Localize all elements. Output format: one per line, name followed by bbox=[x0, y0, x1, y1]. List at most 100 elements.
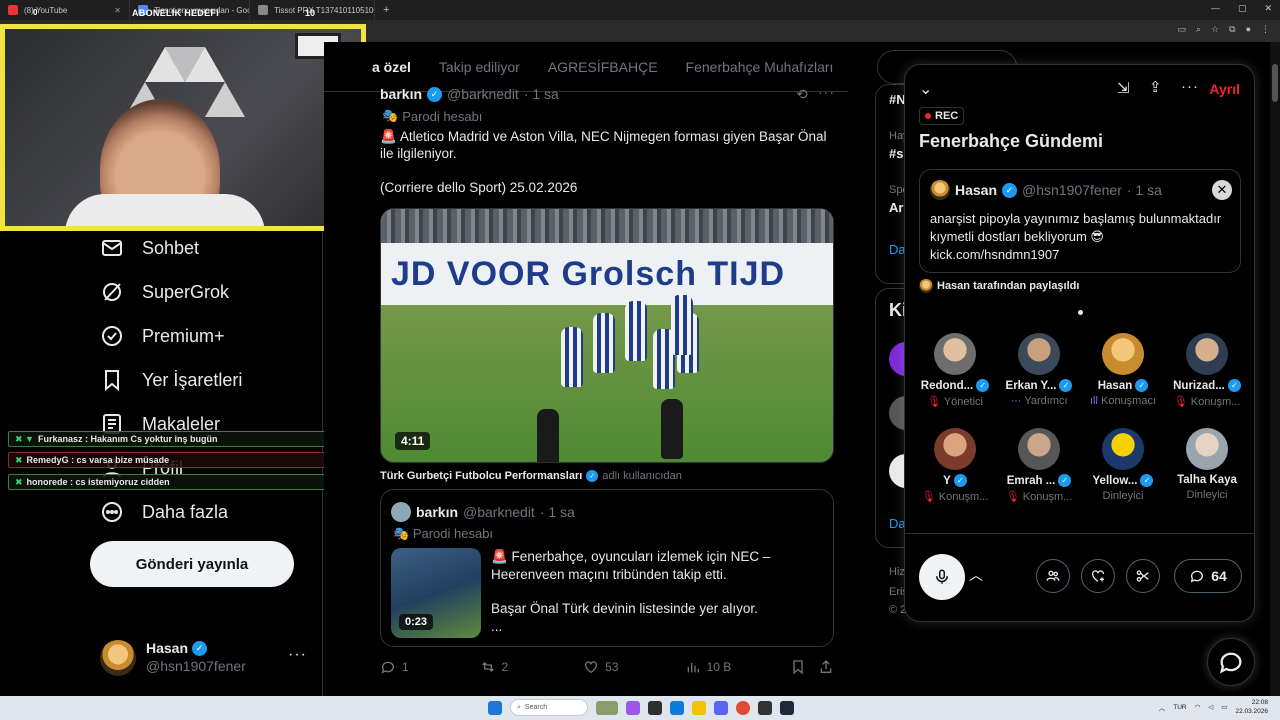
discord-icon[interactable] bbox=[714, 700, 728, 715]
post-time: · 1 sa bbox=[1126, 182, 1162, 198]
space-participant[interactable]: Redond... ✓ 🎙 Yönetici bbox=[913, 333, 997, 423]
obs-icon[interactable] bbox=[758, 700, 772, 715]
star-icon[interactable]: ☆ bbox=[1211, 24, 1219, 35]
tab-fenerbahce-muhafizlari[interactable]: Fenerbahçe Muhafızları bbox=[686, 59, 834, 75]
participant-name-row: Emrah ... ✓ bbox=[997, 474, 1081, 487]
tab-for-you[interactable]: a özel bbox=[372, 59, 411, 75]
close-window-icon[interactable]: ✕ bbox=[1264, 3, 1272, 14]
author-handle[interactable]: @barknedit bbox=[447, 86, 519, 102]
taskbar-search[interactable]: ⌕ Search bbox=[510, 699, 588, 716]
chat-text: RemedyG : cs varsa bize müsade bbox=[26, 455, 170, 465]
comments-button[interactable]: 64 bbox=[1174, 559, 1242, 593]
sidebar-item-supergrok[interactable]: SuperGrok bbox=[100, 280, 229, 304]
author-name: Hasan bbox=[955, 182, 998, 198]
tweet-header: barkın ✓ @barknedit · 1 sa bbox=[380, 86, 559, 102]
chrome-icon[interactable] bbox=[736, 700, 750, 715]
app-icon[interactable] bbox=[648, 700, 662, 715]
edge-icon[interactable] bbox=[670, 700, 684, 715]
tab-agresifbahce[interactable]: AGRESİFBAHÇE bbox=[548, 59, 658, 75]
avatar bbox=[1186, 428, 1228, 470]
repost-button[interactable]: 2 bbox=[480, 659, 584, 675]
messages-fab[interactable] bbox=[1207, 638, 1255, 686]
quote-video-thumb[interactable]: 0:23 bbox=[391, 548, 481, 638]
widget-icon[interactable] bbox=[596, 700, 618, 715]
close-icon[interactable]: ✕ bbox=[114, 6, 121, 15]
extensions-icon[interactable]: ⧉ bbox=[1229, 24, 1235, 35]
author-name[interactable]: barkın bbox=[380, 86, 422, 102]
footer-link[interactable]: Hiz bbox=[889, 566, 905, 578]
account-switcher[interactable]: Hasan ✓ @hsn1907fener ··· bbox=[100, 638, 310, 678]
sidebar-item-chat[interactable]: Sohbet bbox=[100, 236, 199, 260]
comment-icon bbox=[1190, 570, 1204, 583]
profile-icon[interactable]: ● bbox=[1246, 24, 1251, 35]
participant-role: Konuşmacı bbox=[1100, 395, 1157, 407]
pinned-post[interactable]: Hasan ✓ @hsn1907fener · 1 sa ✕ anarşist … bbox=[919, 169, 1241, 273]
more-icon[interactable]: ··· bbox=[288, 646, 307, 664]
space-participant[interactable]: Nurizad... ✓ 🎙 Konuşm... bbox=[1165, 333, 1249, 423]
timeline-tabs: a özel Takip ediliyor AGRESİFBAHÇE Fener… bbox=[324, 42, 848, 92]
leave-button[interactable]: Ayrıl bbox=[1209, 81, 1240, 97]
language-indicator[interactable]: TUR bbox=[1173, 704, 1186, 711]
post-button[interactable]: Gönderi yayınla bbox=[90, 541, 294, 587]
views-button[interactable]: 10 B bbox=[685, 659, 791, 675]
tab-following[interactable]: Takip ediliyor bbox=[439, 59, 520, 75]
wifi-icon[interactable]: ◠ bbox=[1195, 703, 1201, 711]
like-button[interactable]: 53 bbox=[583, 659, 685, 675]
scrollbar-thumb[interactable] bbox=[1272, 64, 1278, 102]
volume-icon[interactable]: ◁ bbox=[1208, 703, 1213, 711]
left-counter: 0 bbox=[33, 8, 38, 17]
share-icon[interactable]: ⇪ bbox=[1149, 78, 1162, 96]
space-participant[interactable]: Erkan Y... ✓ ··· Yardımcı bbox=[997, 333, 1081, 423]
menu-icon[interactable]: ⋮ bbox=[1261, 24, 1270, 35]
close-icon[interactable]: ✕ bbox=[1212, 180, 1232, 200]
participant-name-row: Talha Kaya bbox=[1165, 474, 1249, 486]
chevron-down-icon[interactable]: ⌄ bbox=[919, 79, 932, 99]
clip-button[interactable] bbox=[1126, 559, 1160, 593]
sidebar-item-more[interactable]: Daha fazla bbox=[100, 500, 228, 524]
file-explorer-icon[interactable] bbox=[692, 700, 706, 715]
clock[interactable]: 22:08 22.03.2026 bbox=[1235, 698, 1268, 716]
sidebar-item-premium[interactable]: Premium+ bbox=[100, 324, 225, 348]
chevron-up-icon[interactable]: ︿ bbox=[969, 565, 983, 585]
parody-text: Parodi hesabı bbox=[412, 526, 494, 541]
retweeter-name[interactable]: Türk Gurbetçi Futbolcu Performansları bbox=[380, 470, 582, 482]
scrollbar[interactable] bbox=[1270, 42, 1280, 696]
new-tab-button[interactable]: + bbox=[375, 4, 397, 16]
mic-button[interactable] bbox=[919, 554, 965, 600]
space-participant[interactable]: Talha Kaya Dinleyici bbox=[1165, 428, 1249, 518]
participants-button[interactable] bbox=[1036, 559, 1070, 593]
tab-youtube[interactable]: (8) YouTube ✕ bbox=[0, 0, 130, 20]
reply-button[interactable]: 1 bbox=[380, 659, 480, 675]
tweet-time[interactable]: · 1 sa bbox=[524, 86, 559, 102]
tray-chevron-icon[interactable]: ︿ bbox=[1159, 702, 1166, 712]
space-participant[interactable]: Y ✓ 🎙 Konuşm... bbox=[913, 428, 997, 518]
bookmark-button[interactable] bbox=[790, 659, 818, 675]
steam-icon[interactable] bbox=[780, 700, 794, 715]
record-dot-icon bbox=[925, 113, 931, 119]
more-icon[interactable]: ··· bbox=[1181, 78, 1199, 95]
space-participant[interactable]: Emrah ... ✓ 🎙 Konuşm... bbox=[997, 428, 1081, 518]
trend-snippet[interactable]: #s bbox=[889, 146, 903, 161]
cast-icon[interactable]: ▭ bbox=[1177, 24, 1186, 35]
zoom-icon[interactable]: ⌕ bbox=[1196, 24, 1201, 35]
minimize-icon[interactable]: — bbox=[1211, 3, 1220, 14]
people-icon bbox=[1046, 570, 1060, 581]
react-button[interactable] bbox=[1081, 559, 1115, 593]
share-button[interactable] bbox=[818, 659, 834, 675]
sidebar-item-bookmarks[interactable]: Yer İşaretleri bbox=[100, 368, 242, 392]
minimize-dock-icon[interactable]: ⇲ bbox=[1117, 79, 1130, 97]
comments-count: 64 bbox=[1211, 568, 1227, 584]
start-icon[interactable] bbox=[488, 700, 502, 715]
quoted-tweet[interactable]: barkın @barknedit · 1 sa 🎭 Parodi hesabı… bbox=[380, 489, 834, 647]
app-icon[interactable] bbox=[626, 700, 640, 715]
space-participant[interactable]: Hasan ✓ ıll Konuşmacı bbox=[1081, 333, 1165, 423]
tweet-actions: 1 2 53 10 B bbox=[380, 657, 834, 677]
battery-icon[interactable]: ▭ bbox=[1221, 703, 1227, 711]
clock-time: 22:08 bbox=[1251, 699, 1268, 706]
space-participant[interactable]: Yellow... ✓ Dinleyici bbox=[1081, 428, 1165, 518]
more-icon[interactable]: ··· bbox=[818, 84, 835, 100]
maximize-icon[interactable]: ▢ bbox=[1238, 3, 1247, 14]
chat-text: honorede : cs istemiyoruz cidden bbox=[26, 477, 170, 487]
grok-icon[interactable]: ⟲ bbox=[796, 86, 808, 103]
tweet-video[interactable]: JD VOOR Grolsch TIJD 4:11 bbox=[380, 208, 834, 463]
